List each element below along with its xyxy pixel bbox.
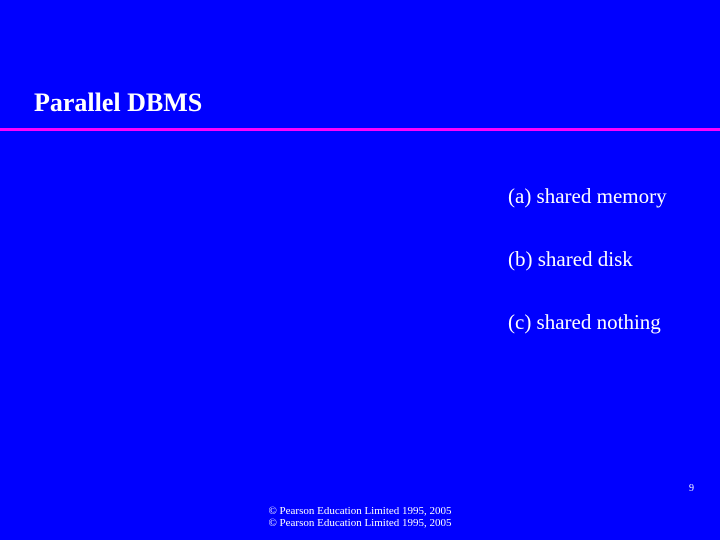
slide-title: Parallel DBMS <box>34 88 202 118</box>
slide: Parallel DBMS (a) shared memory (b) shar… <box>0 0 720 540</box>
title-divider <box>0 128 720 131</box>
list-item: (b) shared disk <box>508 247 667 272</box>
page-number: 9 <box>689 483 694 494</box>
list-item: (c) shared nothing <box>508 310 667 335</box>
body-list: (a) shared memory (b) shared disk (c) sh… <box>508 184 667 373</box>
footer: © Pearson Education Limited 1995, 2005 ©… <box>0 505 720 530</box>
list-item: (a) shared memory <box>508 184 667 209</box>
footer-line-1: © Pearson Education Limited 1995, 2005 <box>0 505 720 518</box>
footer-line-2: © Pearson Education Limited 1995, 2005 <box>0 517 720 530</box>
